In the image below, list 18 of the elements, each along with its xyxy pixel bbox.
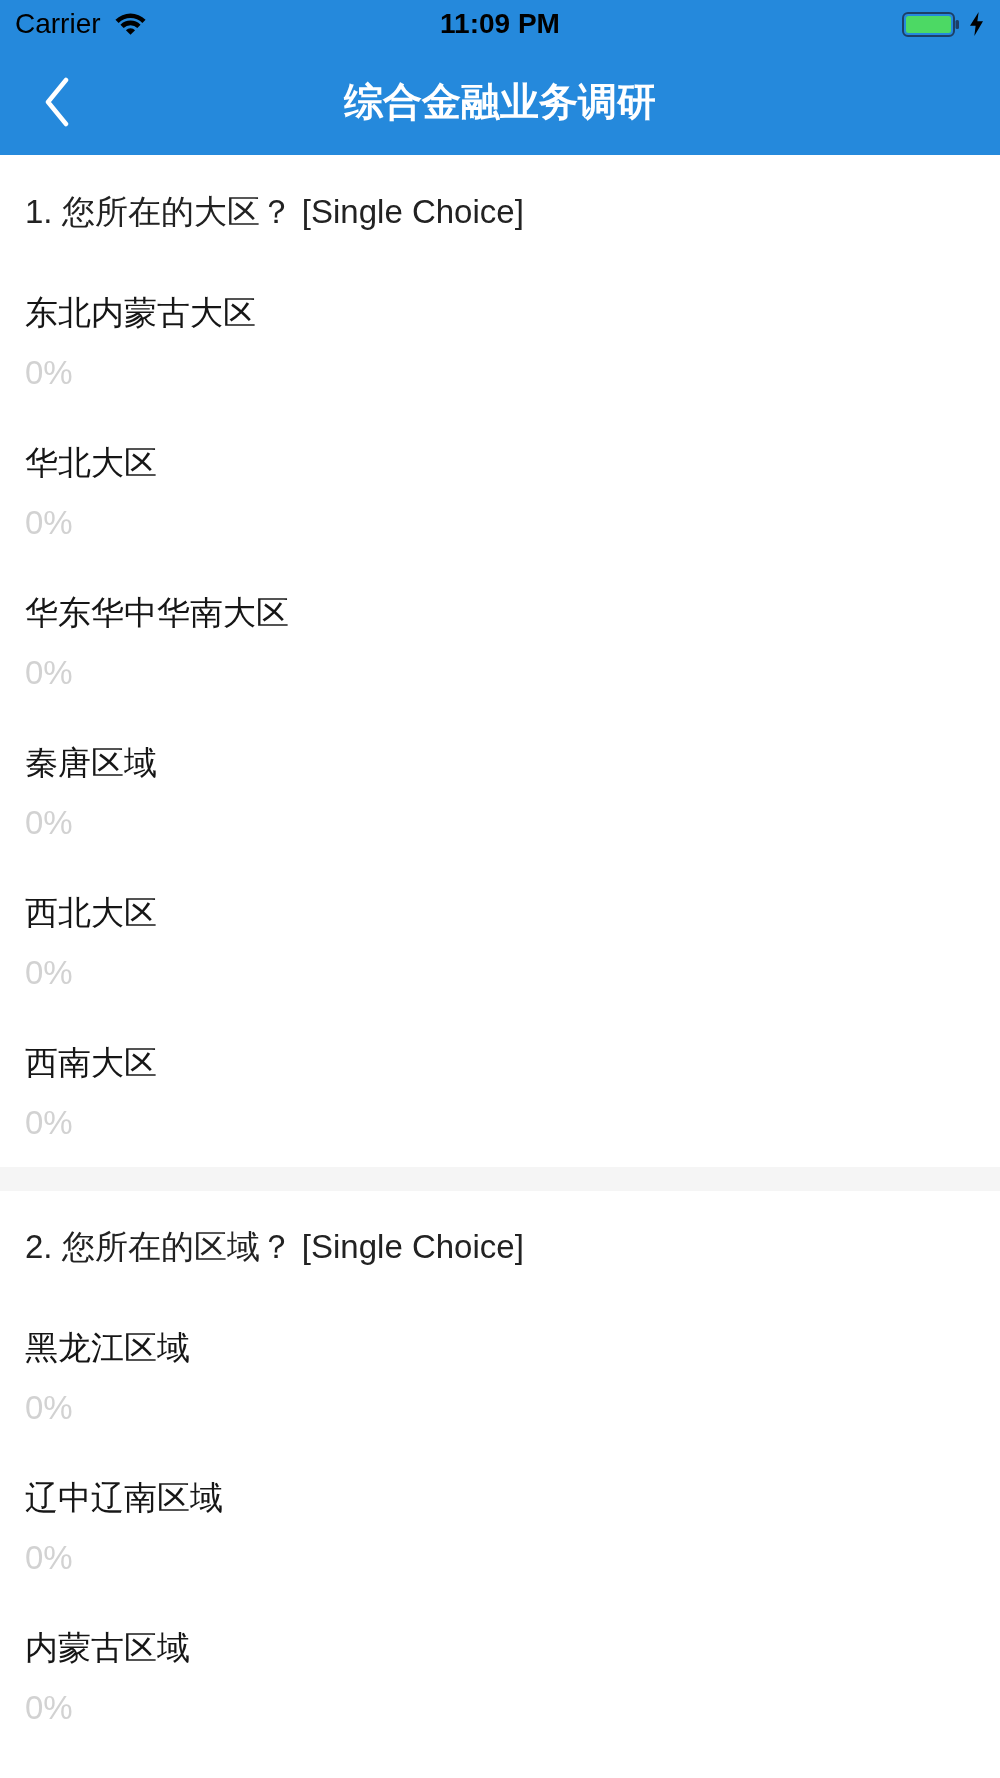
question-title: 2. 您所在的区域？ [Single Choice] <box>25 1227 525 1267</box>
battery-icon <box>902 11 960 37</box>
option-label: 西北大区 <box>25 893 157 933</box>
option-label: 西南大区 <box>25 1043 157 1083</box>
chevron-left-icon <box>44 76 70 127</box>
option-label: 秦唐区域 <box>25 743 157 783</box>
option-label: 内蒙古区域 <box>25 1628 190 1668</box>
option-label: 黑龙江区域 <box>25 1328 190 1368</box>
option-label: 辽中辽南区域 <box>25 1478 223 1518</box>
status-time: 11:09 PM <box>440 10 560 38</box>
wifi-icon <box>114 12 146 36</box>
option-label: 东北内蒙古大区 <box>25 293 256 333</box>
charging-bolt-icon <box>970 12 983 36</box>
question-title: 1. 您所在的大区？ [Single Choice] <box>25 192 525 232</box>
page-title: 综合金融业务调研 <box>344 82 656 121</box>
option-label: 华北大区 <box>25 443 157 483</box>
carrier-label: Carrier <box>15 10 101 38</box>
option-label: 华东华中华南大区 <box>25 593 289 633</box>
